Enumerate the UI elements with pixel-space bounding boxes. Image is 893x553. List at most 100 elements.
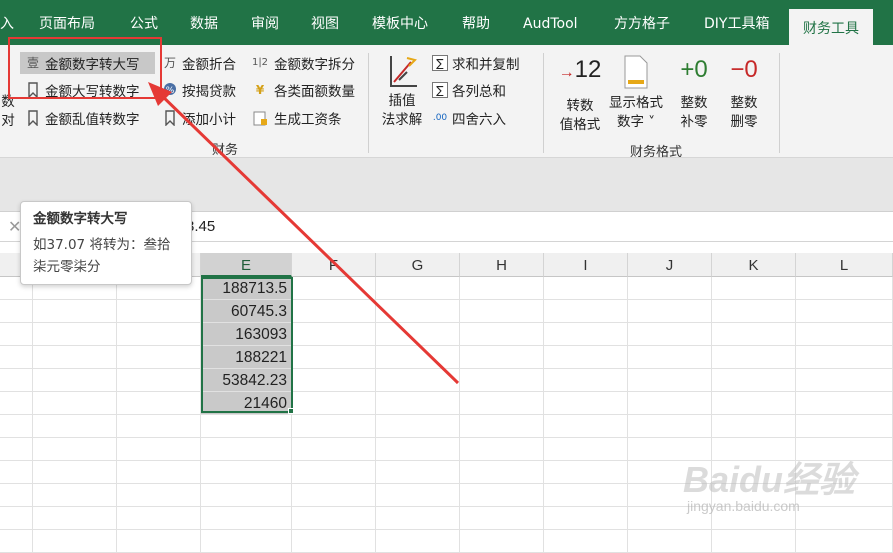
tab-fangfang-gezi[interactable]: 方方格子 bbox=[614, 0, 670, 45]
grid-cell[interactable] bbox=[0, 300, 33, 323]
grid-cell[interactable] bbox=[376, 300, 460, 323]
grid-cell[interactable] bbox=[117, 300, 201, 323]
interpolation-button[interactable]: 插值 法求解 bbox=[378, 54, 426, 130]
grid-cell[interactable] bbox=[117, 323, 201, 346]
column-header-e[interactable]: E bbox=[201, 253, 292, 277]
grid-cell[interactable] bbox=[712, 392, 796, 415]
grid-cell[interactable] bbox=[796, 277, 893, 300]
grid-cell[interactable] bbox=[292, 346, 376, 369]
grid-cell[interactable] bbox=[117, 507, 201, 530]
grid-cell[interactable] bbox=[712, 346, 796, 369]
grid-cell[interactable] bbox=[292, 392, 376, 415]
grid-cell[interactable] bbox=[292, 438, 376, 461]
grid-cell[interactable] bbox=[628, 369, 712, 392]
grid-cell[interactable] bbox=[460, 438, 544, 461]
selected-cell[interactable]: 60745.3 bbox=[201, 300, 292, 323]
tab-finance-tools[interactable]: 财务工具 bbox=[789, 9, 873, 45]
grid-cell[interactable] bbox=[712, 415, 796, 438]
grid-cell[interactable] bbox=[796, 392, 893, 415]
grid-cell[interactable] bbox=[117, 369, 201, 392]
grid-cell[interactable] bbox=[201, 507, 292, 530]
tab-data[interactable]: 数据 bbox=[190, 0, 218, 45]
grid-cell[interactable] bbox=[292, 300, 376, 323]
denomination-count-button[interactable]: ¥ 各类面额数量 bbox=[250, 80, 355, 100]
grid-cell[interactable] bbox=[33, 507, 117, 530]
grid-cell[interactable] bbox=[376, 530, 460, 553]
grid-cell[interactable] bbox=[33, 438, 117, 461]
grid-cell[interactable] bbox=[376, 461, 460, 484]
selected-cell[interactable]: 53842.23 bbox=[201, 369, 292, 392]
grid-cell[interactable] bbox=[460, 346, 544, 369]
grid-cell[interactable] bbox=[292, 461, 376, 484]
tab-diy-toolbox[interactable]: DIY工具箱 bbox=[704, 0, 769, 45]
grid-cell[interactable] bbox=[712, 300, 796, 323]
grid-cell[interactable] bbox=[796, 438, 893, 461]
grid-cell[interactable] bbox=[33, 300, 117, 323]
grid-cell[interactable] bbox=[33, 530, 117, 553]
grid-cell[interactable] bbox=[544, 323, 628, 346]
grid-cell[interactable] bbox=[460, 461, 544, 484]
add-subtotal-button[interactable]: 添加小计 bbox=[162, 108, 236, 128]
grid-cell[interactable] bbox=[796, 369, 893, 392]
grid-cell[interactable] bbox=[376, 369, 460, 392]
column-header-l[interactable]: L bbox=[796, 253, 893, 277]
grid-cell[interactable] bbox=[292, 484, 376, 507]
grid-cell[interactable] bbox=[712, 323, 796, 346]
grid-cell[interactable] bbox=[0, 507, 33, 530]
tab-help[interactable]: 帮助 bbox=[462, 0, 490, 45]
amount-conversion-button[interactable]: 万 金额折合 bbox=[162, 53, 236, 73]
grid-cell[interactable] bbox=[628, 415, 712, 438]
grid-cell[interactable] bbox=[117, 438, 201, 461]
grid-cell[interactable] bbox=[33, 461, 117, 484]
grid-cell[interactable] bbox=[33, 369, 117, 392]
grid-cell[interactable] bbox=[376, 323, 460, 346]
grid-cell[interactable] bbox=[544, 461, 628, 484]
grid-cell[interactable] bbox=[796, 323, 893, 346]
tab-audtool[interactable]: AudTool bbox=[523, 0, 578, 45]
grid-cell[interactable] bbox=[544, 530, 628, 553]
grid-cell[interactable] bbox=[0, 369, 33, 392]
grid-cell[interactable] bbox=[376, 415, 460, 438]
grid-cell[interactable] bbox=[117, 415, 201, 438]
grid-cell[interactable] bbox=[544, 484, 628, 507]
grid-cell[interactable] bbox=[0, 346, 33, 369]
grid-cell[interactable] bbox=[376, 484, 460, 507]
grid-cell[interactable] bbox=[117, 392, 201, 415]
grid-cell[interactable] bbox=[460, 530, 544, 553]
grid-cell[interactable] bbox=[201, 415, 292, 438]
grid-cell[interactable] bbox=[712, 438, 796, 461]
column-header-g[interactable]: G bbox=[376, 253, 460, 277]
column-header-f[interactable]: F bbox=[292, 253, 376, 277]
grid-cell[interactable] bbox=[544, 369, 628, 392]
grid-cell[interactable] bbox=[544, 300, 628, 323]
grid-cell[interactable] bbox=[117, 461, 201, 484]
fill-handle[interactable] bbox=[288, 408, 294, 414]
grid-cell[interactable] bbox=[117, 346, 201, 369]
grid-cell[interactable] bbox=[292, 277, 376, 300]
selected-cell[interactable]: 188221 bbox=[201, 346, 292, 369]
generate-payslip-button[interactable]: 生成工资条 bbox=[250, 108, 342, 128]
mortgage-button[interactable]: % 按揭贷款 bbox=[162, 80, 236, 100]
grid-cell[interactable] bbox=[0, 438, 33, 461]
grid-cell[interactable] bbox=[460, 277, 544, 300]
grid-cell[interactable] bbox=[544, 277, 628, 300]
column-header-k[interactable]: K bbox=[712, 253, 796, 277]
grid-cell[interactable] bbox=[33, 484, 117, 507]
grid-cell[interactable] bbox=[201, 438, 292, 461]
grid-cell[interactable] bbox=[460, 484, 544, 507]
grid-cell[interactable] bbox=[544, 346, 628, 369]
selected-cell[interactable]: 163093 bbox=[201, 323, 292, 346]
grid-cell[interactable] bbox=[0, 415, 33, 438]
grid-cell[interactable] bbox=[0, 461, 33, 484]
column-totals-button[interactable]: ∑ 各列总和 bbox=[432, 80, 506, 100]
grid-cell[interactable] bbox=[33, 415, 117, 438]
amount-split-button[interactable]: 1|2 金额数字拆分 bbox=[250, 53, 355, 73]
grid-cell[interactable] bbox=[376, 392, 460, 415]
remove-zero-button[interactable]: −0 整数 删零 bbox=[720, 54, 768, 132]
grid-cell[interactable] bbox=[292, 507, 376, 530]
column-header-j[interactable]: J bbox=[628, 253, 712, 277]
grid-cell[interactable] bbox=[460, 323, 544, 346]
grid-cell[interactable] bbox=[628, 346, 712, 369]
grid-cell[interactable] bbox=[33, 346, 117, 369]
grid-cell[interactable] bbox=[201, 530, 292, 553]
